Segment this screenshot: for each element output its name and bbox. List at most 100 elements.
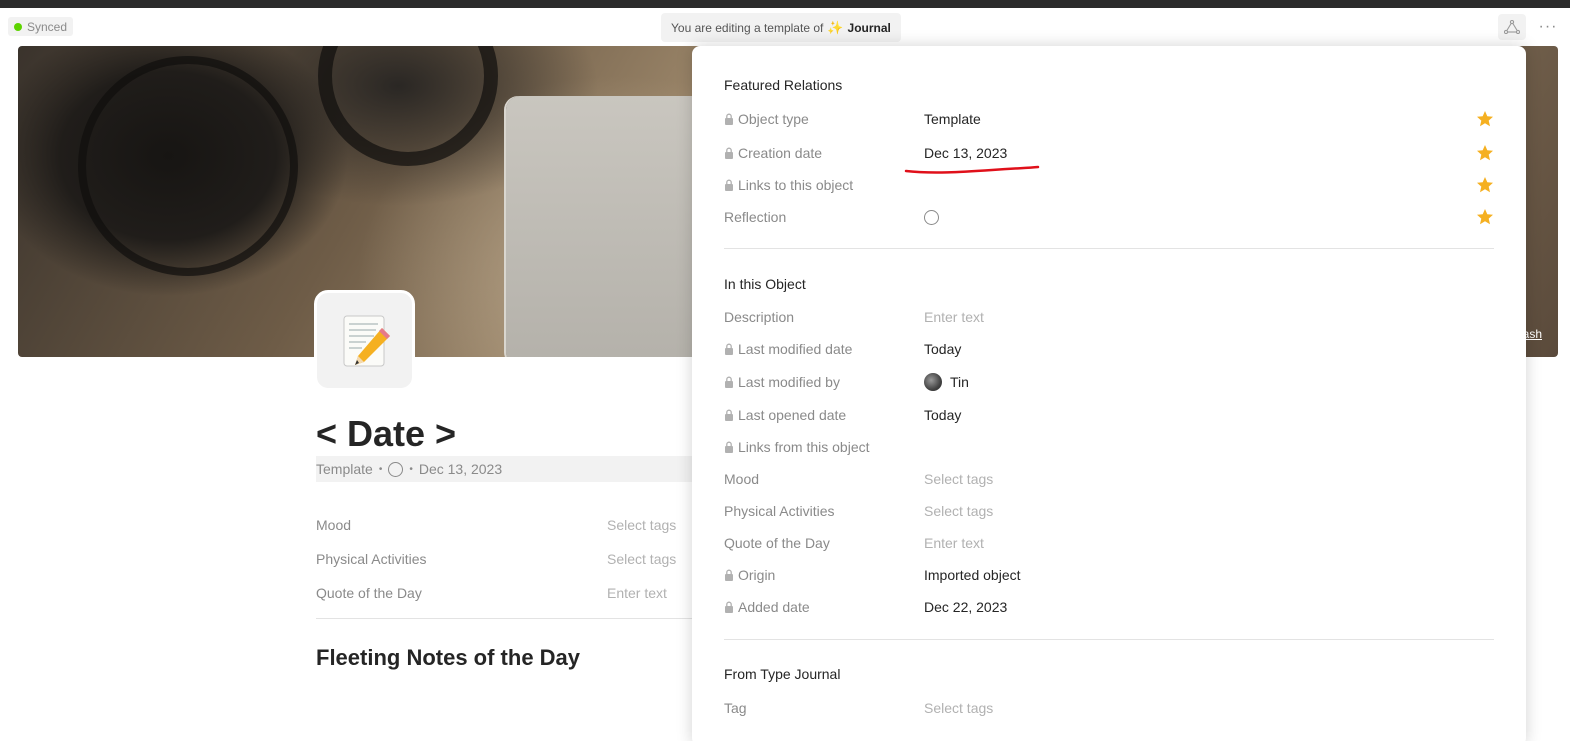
relation-label-text: Links from this object <box>738 439 870 455</box>
sparkle-icon: ✨ <box>827 19 844 35</box>
relation-label: Last opened date <box>724 407 924 423</box>
relation-row-added-date[interactable]: Added date Dec 22, 2023 <box>724 596 1494 618</box>
lock-icon <box>725 409 733 421</box>
page-divider <box>316 618 696 619</box>
reflection-checkbox-icon[interactable] <box>924 209 939 225</box>
relation-row-description[interactable]: Description Enter text <box>724 306 1494 328</box>
relation-value[interactable]: Select tags <box>924 700 993 716</box>
sync-status-dot <box>14 22 22 31</box>
relation-label-text: Origin <box>738 567 776 583</box>
featured-relations-line[interactable]: Template • • Dec 13, 2023 <box>316 456 696 482</box>
relation-label: Links from this object <box>724 439 924 455</box>
more-dots-icon: ··· <box>1538 18 1558 35</box>
relation-row-origin[interactable]: Origin Imported object <box>724 564 1494 586</box>
relation-label: Quote of the Day <box>724 535 924 551</box>
star-icon[interactable] <box>1476 176 1494 194</box>
user-avatar[interactable] <box>924 373 942 391</box>
lock-icon <box>725 601 733 613</box>
lock-icon <box>725 569 733 581</box>
relation-label: Physical Activities <box>724 503 924 519</box>
relation-value[interactable] <box>924 209 947 225</box>
relation-label: Last modified date <box>724 341 924 357</box>
star-icon[interactable] <box>1476 144 1494 162</box>
relation-value[interactable]: Dec 13, 2023 <box>924 145 1007 161</box>
page-relation-value[interactable]: Select tags <box>607 517 676 533</box>
relation-row-last-modified-date[interactable]: Last modified date Today <box>724 338 1494 360</box>
meta-separator: • <box>378 463 383 475</box>
relation-value[interactable]: Select tags <box>924 503 993 519</box>
graph-icon <box>1504 20 1520 34</box>
relation-row-last-opened-date[interactable]: Last opened date Today <box>724 404 1494 426</box>
page-relation-label: Mood <box>316 517 352 533</box>
relation-row-last-modified-by[interactable]: Last modified by Tin <box>724 371 1494 393</box>
relation-row-reflection[interactable]: Reflection <box>724 206 1494 228</box>
relation-label-text: Reflection <box>724 209 787 225</box>
relation-label: Description <box>724 309 924 325</box>
window-top-strip <box>0 0 1570 8</box>
cover-lens-shape <box>78 56 298 276</box>
relation-row-links-from[interactable]: Links from this object <box>724 436 1494 458</box>
relation-label-text: Object type <box>738 111 809 127</box>
relation-value[interactable]: Tin <box>924 373 969 391</box>
from-type-title: From Type Journal <box>724 666 841 682</box>
in-this-object-title: In this Object <box>724 276 806 292</box>
relation-row-creation-date[interactable]: Creation date Dec 13, 2023 <box>724 142 1494 164</box>
page-icon[interactable] <box>314 290 415 391</box>
meta-type-label[interactable]: Template <box>316 461 373 477</box>
section-heading[interactable]: Fleeting Notes of the Day <box>316 645 580 671</box>
relation-label: Added date <box>724 599 924 615</box>
relation-value[interactable]: Dec 22, 2023 <box>924 599 1007 615</box>
lock-icon <box>725 376 733 388</box>
relation-label-text: Description <box>724 309 795 325</box>
relation-value[interactable]: Today <box>924 341 961 357</box>
relation-label: Creation date <box>724 145 924 161</box>
relation-label-text: Last modified by <box>738 374 840 390</box>
page-title[interactable]: < Date > <box>316 413 456 455</box>
relation-row-mood[interactable]: Mood Select tags <box>724 468 1494 490</box>
page-relation-value[interactable]: Enter text <box>607 585 667 601</box>
page-relation-value[interactable]: Select tags <box>607 551 676 567</box>
relation-label-text: Physical Activities <box>724 503 835 519</box>
relation-value[interactable]: Enter text <box>924 535 984 551</box>
relation-label-text: Quote of the Day <box>724 535 830 551</box>
template-banner: You are editing a template of ✨ Journal <box>661 13 901 42</box>
page-relation-label: Quote of the Day <box>316 585 422 601</box>
relation-row-links-to[interactable]: Links to this object <box>724 174 1494 196</box>
relation-label: Links to this object <box>724 177 924 193</box>
relation-value[interactable]: Select tags <box>924 471 993 487</box>
relation-value[interactable]: Template <box>924 111 981 127</box>
memo-pencil-icon <box>343 315 390 366</box>
meta-date-label[interactable]: Dec 13, 2023 <box>419 461 502 477</box>
star-icon[interactable] <box>1476 208 1494 226</box>
relation-row-quote-of-the-day[interactable]: Quote of the Day Enter text <box>724 532 1494 554</box>
page-relation-label: Physical Activities <box>316 551 427 567</box>
relation-row-physical-activities[interactable]: Physical Activities Select tags <box>724 500 1494 522</box>
panel-divider <box>724 639 1494 640</box>
relation-label: Mood <box>724 471 924 487</box>
relation-row-tag[interactable]: Tag Select tags <box>724 697 1494 719</box>
relation-label-text: Links to this object <box>738 177 854 193</box>
relations-panel: Featured Relations Object type Template … <box>692 46 1526 741</box>
relation-label-text: Added date <box>738 599 810 615</box>
relation-label: Object type <box>724 111 924 127</box>
relation-row-object-type[interactable]: Object type Template <box>724 108 1494 130</box>
template-type-link[interactable]: Journal <box>848 21 891 35</box>
relation-label-text: Last opened date <box>738 407 847 423</box>
graph-button[interactable] <box>1498 14 1526 40</box>
relation-label: Reflection <box>724 209 924 225</box>
relation-value[interactable]: Today <box>924 407 961 423</box>
lock-icon <box>725 147 733 159</box>
lock-icon <box>725 441 733 453</box>
more-options-button[interactable]: ··· <box>1536 14 1560 40</box>
relation-value[interactable]: Imported object <box>924 567 1021 583</box>
panel-divider <box>724 248 1494 249</box>
cover-notebook-shape <box>506 96 706 357</box>
relation-label: Origin <box>724 567 924 583</box>
sync-status-badge[interactable]: Synced <box>8 17 74 36</box>
relation-label-text: Creation date <box>738 145 823 161</box>
reflection-checkbox-icon[interactable] <box>388 461 404 477</box>
user-name[interactable]: Tin <box>950 374 969 390</box>
featured-relations-title: Featured Relations <box>724 77 843 93</box>
star-icon[interactable] <box>1476 110 1494 128</box>
relation-value[interactable]: Enter text <box>924 309 984 325</box>
